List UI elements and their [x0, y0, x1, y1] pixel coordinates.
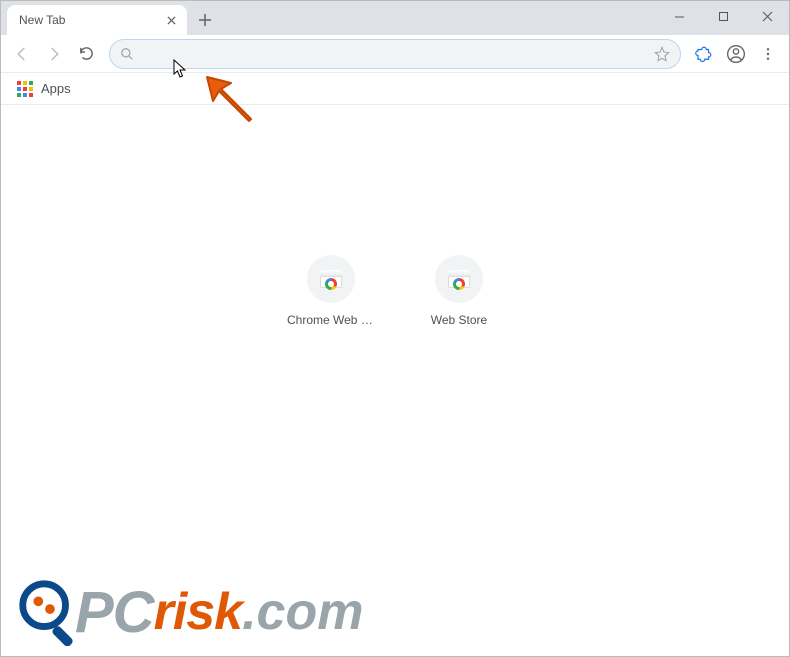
apps-shortcut[interactable]: Apps: [9, 77, 79, 101]
new-tab-button[interactable]: [191, 6, 219, 34]
close-tab-icon[interactable]: [163, 12, 179, 28]
mouse-cursor-icon: [173, 59, 187, 79]
shortcut-web-store[interactable]: Web Store: [415, 255, 503, 327]
magnifier-icon: [15, 578, 83, 646]
titlebar: New Tab: [1, 1, 789, 35]
watermark-text-com: .com: [242, 582, 363, 642]
address-input[interactable]: [144, 46, 646, 62]
page-content: Chrome Web St... Web Store: [1, 105, 789, 656]
shortcut-icon-circle: [435, 255, 483, 303]
apps-label: Apps: [41, 81, 71, 96]
chrome-web-store-icon: [320, 270, 342, 288]
shortcut-chrome-web-store[interactable]: Chrome Web St...: [287, 255, 375, 327]
shortcut-label: Web Store: [431, 313, 487, 327]
forward-button[interactable]: [39, 39, 69, 69]
bookmark-star-icon[interactable]: [654, 46, 670, 62]
reload-button[interactable]: [71, 39, 101, 69]
minimize-button[interactable]: [657, 1, 701, 31]
apps-grid-icon: [17, 81, 33, 97]
profile-button[interactable]: [721, 39, 751, 69]
extension-icon[interactable]: [689, 39, 719, 69]
watermark: PC risk .com: [15, 578, 363, 646]
browser-tab[interactable]: New Tab: [7, 5, 187, 35]
maximize-button[interactable]: [701, 1, 745, 31]
tab-title: New Tab: [19, 13, 163, 27]
menu-button[interactable]: [753, 39, 783, 69]
chrome-web-store-icon: [448, 270, 470, 288]
shortcuts-row: Chrome Web St... Web Store: [287, 255, 503, 327]
address-bar[interactable]: [109, 39, 681, 69]
shortcut-icon-circle: [307, 255, 355, 303]
shortcut-label: Chrome Web St...: [287, 313, 375, 327]
window-controls: [657, 1, 789, 31]
search-icon: [120, 47, 134, 61]
close-window-button[interactable]: [745, 1, 789, 31]
watermark-text-risk: risk: [154, 582, 243, 642]
annotation-arrow-icon: [201, 71, 271, 141]
watermark-text-pc: PC: [75, 579, 154, 646]
back-button[interactable]: [7, 39, 37, 69]
bookmarks-bar: Apps: [1, 73, 789, 105]
toolbar: [1, 35, 789, 73]
